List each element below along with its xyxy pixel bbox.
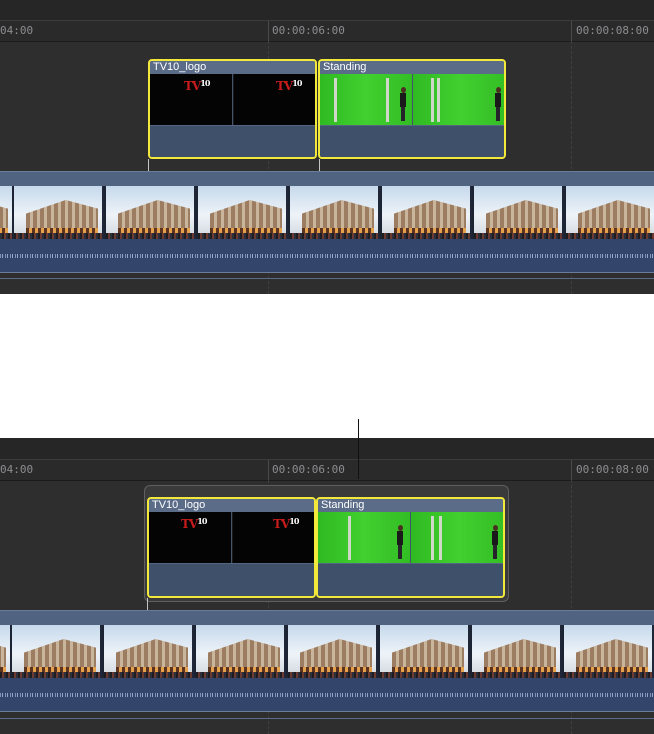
green-screen-thumbnail — [320, 74, 412, 125]
clip-filmstrip — [318, 512, 503, 563]
logo-thumbnail: TV10 — [149, 512, 231, 563]
clip-title-bar: Standing — [320, 61, 504, 74]
clip-name: Standing — [323, 61, 367, 73]
clip-title-bar — [0, 611, 654, 625]
green-screen-thumbnail — [411, 512, 503, 563]
clip-filmstrip — [0, 186, 654, 239]
light-stand — [348, 516, 351, 560]
clip-audio-area — [150, 125, 315, 157]
logo-thumbnail: TV10 — [233, 74, 315, 125]
timeline-header-bar — [0, 0, 654, 20]
light-stand — [334, 78, 337, 122]
video-thumbnail — [380, 186, 470, 239]
logo-thumbnail: TV10 — [150, 74, 232, 125]
video-thumbnail — [562, 625, 652, 678]
tv10-logo-icon: TV10 — [181, 516, 207, 531]
clip-filmstrip — [0, 625, 654, 678]
clip-name: Standing — [321, 499, 365, 511]
person-figure — [399, 87, 407, 121]
ruler-timecode: 00:00:08:00 — [576, 463, 649, 476]
person-figure — [396, 525, 404, 559]
clip-title-bar: Standing — [318, 499, 503, 512]
track-divider — [0, 718, 654, 719]
video-thumbnail — [378, 625, 468, 678]
video-thumbnail — [564, 186, 654, 239]
video-thumbnail — [10, 625, 100, 678]
light-stand — [386, 78, 389, 122]
ruler-timecode: 04:00 — [0, 24, 34, 37]
video-thumbnail — [12, 186, 102, 239]
clip-title-bar: TV10_logo — [150, 61, 315, 74]
audio-waveform-track — [0, 678, 654, 711]
clip-name: TV10_logo — [152, 499, 206, 511]
light-stand — [437, 78, 440, 122]
person-figure — [494, 87, 502, 121]
clip-title-bar — [0, 172, 654, 186]
timeline-ruler[interactable]: 04:00 00:00:06:00 00:00:08:00 — [0, 20, 654, 42]
video-thumbnail — [102, 625, 192, 678]
clip-filmstrip — [320, 74, 504, 125]
skimmer-line[interactable] — [358, 419, 359, 479]
tv10-logo-icon: TV10 — [276, 78, 302, 93]
clip-title-bar: TV10_logo — [149, 499, 314, 512]
audio-waveform — [0, 253, 654, 258]
timeline-ruler[interactable]: 04:00 00:00:06:00 00:00:08:00 — [0, 459, 654, 481]
connected-clip-standing[interactable]: Standing — [316, 497, 505, 598]
green-screen-thumbnail — [318, 512, 410, 563]
clip-filmstrip: TV10 TV10 — [149, 512, 314, 563]
primary-storyline-clip[interactable] — [0, 610, 654, 712]
video-thumbnail — [0, 625, 10, 678]
ruler-timecode: 00:00:06:00 — [272, 24, 345, 37]
tv10-logo-icon: TV10 — [273, 516, 299, 531]
video-thumbnail — [104, 186, 194, 239]
audio-waveform-track — [0, 239, 654, 272]
timeline-before: 04:00 00:00:06:00 00:00:08:00 TV10_logo … — [0, 0, 654, 294]
light-stand — [431, 516, 434, 560]
track-divider — [0, 278, 654, 279]
video-thumbnail — [470, 625, 560, 678]
light-stand — [431, 78, 434, 122]
connected-clip-tv10-logo[interactable]: TV10_logo TV10 TV10 — [147, 497, 316, 598]
tv10-logo-icon: TV10 — [184, 78, 210, 93]
timeline-header-bar — [0, 438, 654, 459]
video-thumbnail — [286, 625, 376, 678]
clip-name: TV10_logo — [153, 61, 207, 73]
logo-thumbnail: TV10 — [232, 512, 314, 563]
clip-audio-area — [149, 563, 314, 596]
audio-waveform — [0, 692, 654, 697]
clip-audio-area — [320, 125, 504, 157]
ruler-tick — [268, 460, 269, 480]
primary-storyline-clip[interactable] — [0, 171, 654, 273]
connected-clip-standing[interactable]: Standing — [318, 59, 506, 159]
ruler-tick — [268, 21, 269, 41]
green-screen-thumbnail — [413, 74, 504, 125]
clip-audio-area — [318, 563, 503, 596]
video-thumbnail — [194, 625, 284, 678]
ruler-tick — [571, 460, 572, 480]
ruler-tick — [571, 21, 572, 41]
timeline-after: 04:00 00:00:06:00 00:00:08:00 TV10_logo … — [0, 438, 654, 734]
video-thumbnail — [472, 186, 562, 239]
ruler-timecode: 04:00 — [0, 463, 34, 476]
person-figure — [491, 525, 499, 559]
video-thumbnail — [0, 186, 12, 239]
ruler-timecode: 00:00:08:00 — [576, 24, 649, 37]
ruler-timecode: 00:00:06:00 — [272, 463, 345, 476]
connected-clip-tv10-logo[interactable]: TV10_logo TV10 TV10 — [148, 59, 317, 159]
light-stand — [439, 516, 442, 560]
clip-filmstrip: TV10 TV10 — [150, 74, 315, 125]
video-thumbnail — [196, 186, 286, 239]
video-thumbnail — [288, 186, 378, 239]
